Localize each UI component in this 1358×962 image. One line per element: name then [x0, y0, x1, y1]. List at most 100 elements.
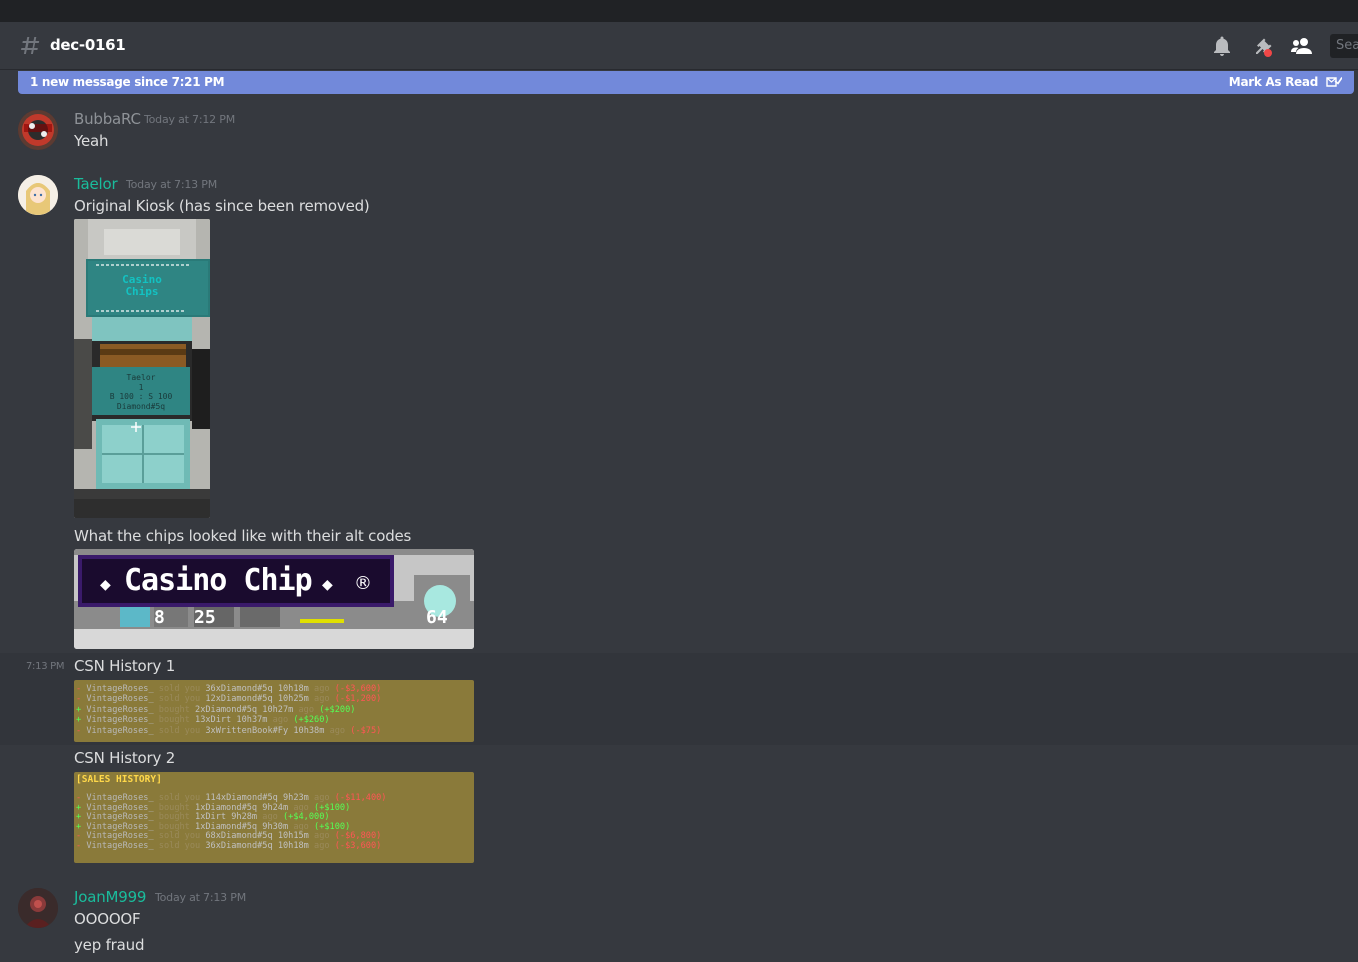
history-item: 68xDiamond#5q — [205, 831, 278, 842]
history-time: 10h25m — [277, 694, 315, 705]
history-item: 1xDirt — [195, 812, 232, 823]
kiosk-sign-line: Diamond#5q — [116, 401, 166, 411]
message-joanm999: JoanM999 Today at 7:13 PM OOOOOF yep fra… — [0, 882, 1358, 962]
message-text: OOOOOF — [74, 910, 141, 928]
history-amount: (+$200) — [319, 704, 356, 715]
message-csn-history-1: 7:13 PM CSN History 1 - VintageRoses_ so… — [0, 653, 1358, 745]
new-messages-text: 1 new message since 7:21 PM — [30, 75, 225, 89]
history-amount: (-$11,400) — [334, 793, 387, 803]
history-player: VintageRoses_ — [86, 704, 159, 715]
message-timestamp: Today at 7:13 PM — [126, 178, 217, 191]
history-line: - VintageRoses_ sold you 12xDiamond#5q 1… — [76, 694, 474, 704]
message-username[interactable]: JoanM999 — [74, 888, 146, 906]
history-action: sold you — [158, 831, 206, 842]
history-sign: + — [76, 821, 87, 832]
history-player: VintageRoses_ — [86, 715, 159, 726]
history-amount: (+$100) — [314, 821, 351, 832]
message-username[interactable]: Taelor — [74, 175, 118, 193]
window-top-strip — [0, 0, 1358, 22]
search-input[interactable]: Search — [1330, 34, 1358, 58]
kiosk-lower-sign-text: Taelor 1 B 100 : S 100 Diamond#5q — [74, 373, 208, 411]
history-amount: (+$100) — [314, 802, 351, 813]
history-action: bought — [158, 812, 196, 823]
history-action: sold you — [158, 793, 206, 803]
history-time: 10h15m — [277, 831, 315, 842]
history-sign: - — [76, 793, 87, 803]
kiosk-sign-line: 1 — [138, 382, 144, 392]
history-item: 2xDiamond#5q — [195, 704, 263, 715]
kiosk-image-attachment[interactable]: Casino Chips Taelor 1 B 100 : S 100 Diam… — [74, 219, 210, 518]
mark-as-read-icon[interactable] — [1326, 74, 1342, 90]
history-amount: (-$3,600) — [334, 840, 382, 851]
history-action: sold you — [158, 684, 206, 694]
kiosk-sign-line: Chips — [125, 285, 159, 298]
message-timestamp: Today at 7:12 PM — [144, 113, 235, 126]
message-text: yep fraud — [74, 936, 145, 954]
history-amount: (-$1,200) — [334, 694, 382, 705]
message-side-timestamp: 7:13 PM — [26, 661, 65, 672]
chip-tooltip-title: Casino Chip — [124, 563, 313, 598]
history-player: VintageRoses_ — [86, 793, 159, 803]
history-time: 9h28m — [231, 812, 263, 823]
history-sign: - — [76, 840, 87, 851]
history-player: VintageRoses_ — [86, 684, 159, 694]
message-timestamp: Today at 7:13 PM — [155, 891, 246, 904]
new-messages-bar[interactable]: 1 new message since 7:21 PM Mark As Read — [18, 71, 1354, 94]
casino-chip-image-attachment[interactable]: ◆ ◆ ® Casino Chip 8 25 64 — [74, 549, 474, 649]
history-action: sold you — [158, 694, 206, 705]
history-line: - VintageRoses_ sold you 36xDiamond#5q 1… — [76, 840, 474, 852]
svg-text:◆: ◆ — [100, 577, 111, 593]
csn-history-1-image[interactable]: - VintageRoses_ sold you 36xDiamond#5q 1… — [74, 680, 474, 742]
history-time: 10h18m — [277, 684, 315, 694]
history-time: 9h23m — [282, 793, 315, 803]
member-list-icon[interactable] — [1290, 34, 1314, 58]
history-ago: ago — [298, 704, 320, 715]
channel-name: dec-0161 — [50, 36, 126, 54]
kiosk-sign-line: Taelor — [126, 373, 156, 382]
history-sign: + — [76, 802, 87, 813]
history-ago: ago — [314, 694, 335, 705]
pinned-messages-icon[interactable] — [1250, 34, 1274, 58]
history-player: VintageRoses_ — [86, 802, 159, 813]
avatar[interactable] — [18, 175, 58, 215]
history-player: VintageRoses_ — [86, 725, 159, 736]
message-text: Original Kiosk (has since been removed) — [74, 197, 370, 215]
history-line: - VintageRoses_ sold you 3xWrittenBook#F… — [76, 726, 474, 736]
history-action: bought — [158, 802, 196, 813]
history-player: VintageRoses_ — [86, 812, 159, 823]
history-ago: ago — [314, 793, 335, 803]
history-action: sold you — [158, 840, 206, 851]
message-csn-history-2: CSN History 2 [SALES HISTORY] - VintageR… — [0, 745, 1358, 867]
message-text: What the chips looked like with their al… — [74, 527, 412, 545]
history-line: + VintageRoses_ bought 13xDirt 10h37m ag… — [76, 715, 474, 725]
avatar[interactable] — [18, 888, 58, 928]
history-amount: (+$260) — [293, 715, 330, 726]
history-player: VintageRoses_ — [86, 831, 159, 842]
history-sign: + — [76, 715, 87, 726]
history-ago: ago — [262, 812, 283, 823]
notification-bell-icon[interactable] — [1210, 34, 1234, 58]
history-item: 3xWrittenBook#Fy — [205, 725, 294, 736]
history-ago: ago — [293, 821, 315, 832]
history-item: 36xDiamond#5q — [205, 840, 278, 851]
mark-as-read-button[interactable]: Mark As Read — [1229, 75, 1319, 89]
history-player: VintageRoses_ — [86, 840, 159, 851]
history-item: 1xDiamond#5q — [195, 821, 263, 832]
avatar-taelor-image — [18, 175, 58, 215]
history-time: 10h27m — [262, 704, 299, 715]
history-sign: - — [76, 684, 87, 694]
history-action: bought — [158, 821, 196, 832]
message-text: Yeah — [74, 132, 109, 150]
message-taelor: Taelor Today at 7:13 PM Original Kiosk (… — [0, 169, 1358, 653]
history-amount: (-$75) — [350, 725, 382, 736]
history-amount: (+$4,000) — [282, 812, 330, 823]
history-ago: ago — [272, 715, 294, 726]
history-ago: ago — [329, 725, 351, 736]
history-sign: - — [76, 694, 87, 705]
history-action: bought — [158, 715, 196, 726]
avatar[interactable] — [18, 110, 58, 150]
item-stack-count: 8 — [154, 607, 165, 628]
csn-history-2-image[interactable]: [SALES HISTORY] - VintageRoses_ sold you… — [74, 772, 474, 863]
avatar-joanm999-image — [18, 888, 58, 928]
message-username[interactable]: BubbaRC — [74, 110, 141, 128]
